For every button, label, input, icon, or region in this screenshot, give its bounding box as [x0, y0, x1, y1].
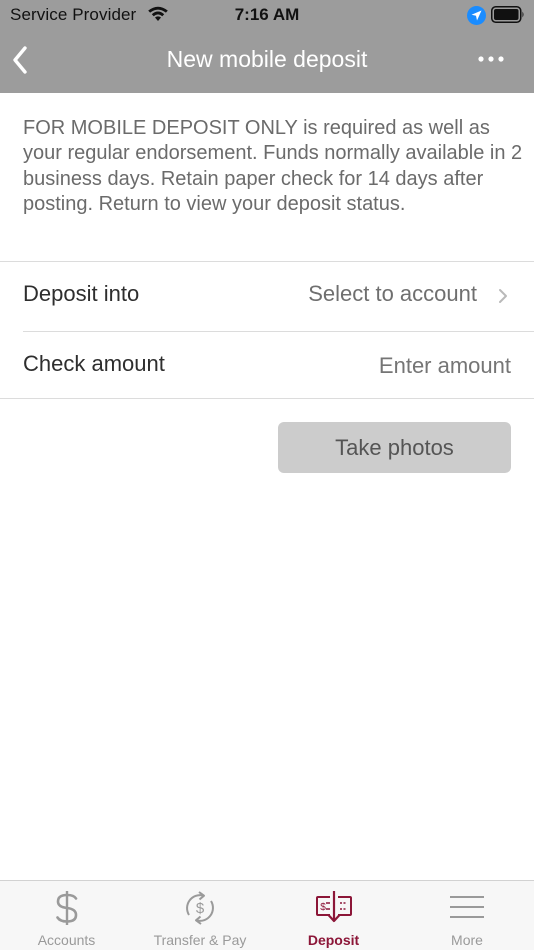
- more-options-button[interactable]: [472, 44, 512, 74]
- tab-accounts[interactable]: Accounts: [0, 881, 133, 950]
- tab-deposit[interactable]: $ Deposit: [267, 881, 400, 950]
- status-time: 7:16 AM: [234, 5, 300, 24]
- tab-label: Deposit: [307, 932, 360, 948]
- page-title: New mobile deposit: [166, 46, 368, 72]
- tab-label: Transfer & Pay: [153, 932, 247, 948]
- svg-text:$: $: [320, 902, 326, 913]
- chevron-right-icon: [499, 289, 507, 303]
- check-amount-row[interactable]: Check amount Enter amount: [0, 332, 534, 398]
- deposit-notice: FOR MOBILE DEPOSIT ONLY is required as w…: [23, 117, 523, 216]
- check-amount-input[interactable]: Enter amount: [379, 353, 511, 379]
- divider: [0, 398, 534, 399]
- tab-transfer-pay[interactable]: $ Transfer & Pay: [133, 881, 267, 950]
- more-dots-icon: [478, 56, 504, 62]
- dollar-icon: [55, 891, 77, 925]
- transfer-icon: $: [186, 891, 214, 925]
- location-icon: [467, 6, 486, 25]
- tab-label: Accounts: [37, 932, 96, 948]
- tab-more[interactable]: More: [400, 881, 534, 950]
- deposit-into-label: Deposit into: [23, 281, 140, 306]
- tab-bar: Accounts $ Transfer & Pay $ Deposit More: [0, 880, 534, 950]
- take-photos-button[interactable]: Take photos: [278, 422, 511, 473]
- menu-icon: [450, 896, 484, 918]
- deposit-check-icon: $: [315, 891, 352, 923]
- deposit-into-row[interactable]: Deposit into Select to account: [0, 262, 534, 331]
- status-bar: Service Provider 7:16 AM: [0, 0, 534, 30]
- nav-bar: New mobile deposit: [0, 30, 534, 93]
- deposit-into-value: Select to account: [308, 281, 477, 306]
- battery-icon: [491, 6, 524, 23]
- top-bar: Service Provider 7:16 AM New mobile depo…: [0, 0, 534, 93]
- tab-label: More: [451, 932, 483, 948]
- check-amount-label: Check amount: [23, 351, 165, 376]
- svg-text:$: $: [196, 900, 205, 917]
